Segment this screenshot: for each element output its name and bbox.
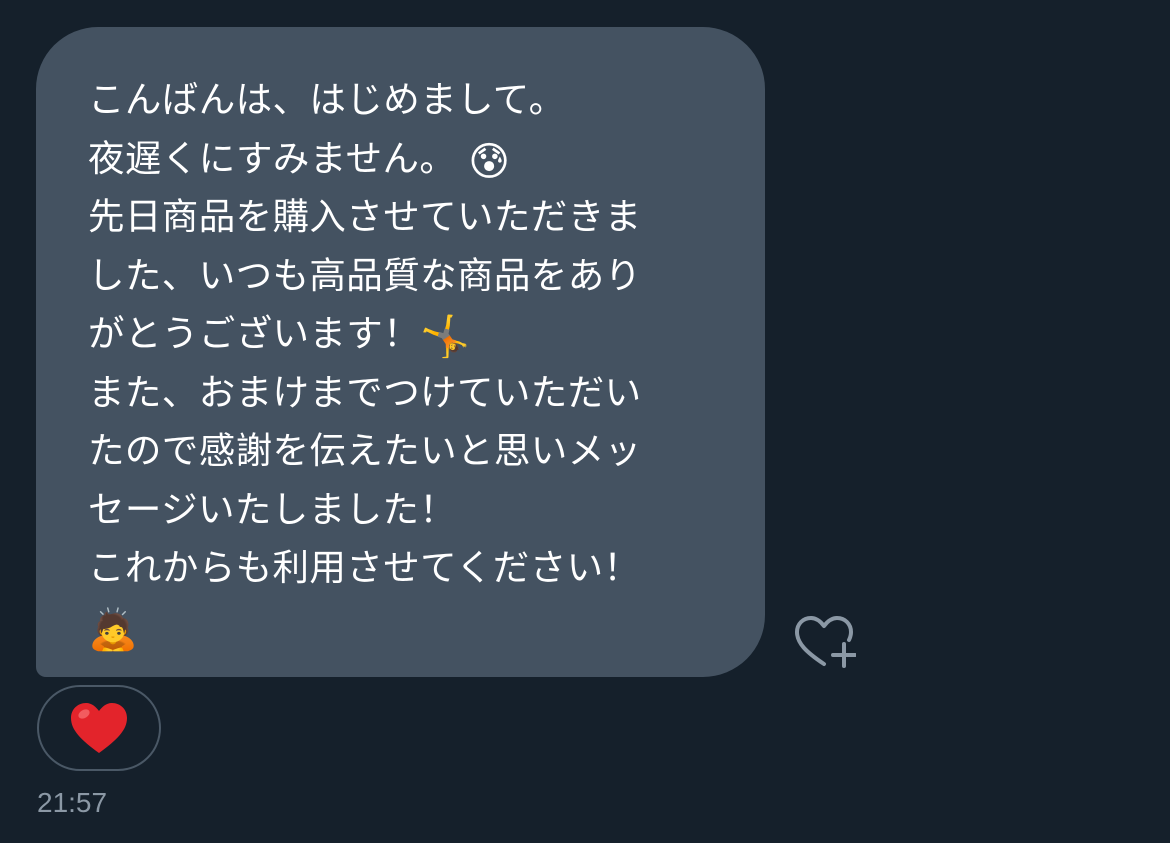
message-line-7: たので感謝を伝えたいと思いメッ [88, 429, 642, 472]
cartwheel-emoji: 🤸 [420, 314, 471, 360]
message-line-1: こんばんは、はじめまして。 [88, 78, 566, 121]
message-line-3: 先日商品を購入させていただきま [88, 195, 642, 238]
message-line-2: 夜遅くにすみません。 😰 [88, 136, 511, 185]
message-timestamp: 21:57 [37, 787, 108, 818]
top-cut-off-link [748, 0, 802, 4]
message-text: こんばんは、はじめまして。 夜遅くにすみません。 😰 先日商品を購入させていただ… [88, 71, 728, 656]
message-line-9: これからも利用させてください！ [88, 546, 641, 589]
person-bowing-emoji: 🙇 [88, 606, 139, 653]
red-heart-icon [71, 703, 127, 753]
heart-plus-icon [795, 616, 857, 668]
message-line-6: また、おまけまでつけていただい [88, 370, 642, 414]
message-line-4: した、いつも高品質な商品をあり [88, 253, 642, 297]
message-bubble[interactable]: こんばんは、はじめまして。 夜遅くにすみません。 😰 先日商品を購入させていただ… [36, 27, 765, 677]
message-line-10: 🙇 [88, 598, 728, 657]
add-reaction-button[interactable] [792, 614, 857, 670]
message-line-8: セージいたしました！ [88, 487, 457, 531]
anxious-face-with-sweat-emoji: 😰 [468, 138, 511, 185]
dm-conversation-screen: こんばんは、はじめまして。 夜遅くにすみません。 😰 先日商品を購入させていただ… [0, 0, 1170, 843]
reaction-heart-chip[interactable] [37, 685, 161, 771]
message-line-5: がとうございます！🤸 [88, 312, 471, 360]
